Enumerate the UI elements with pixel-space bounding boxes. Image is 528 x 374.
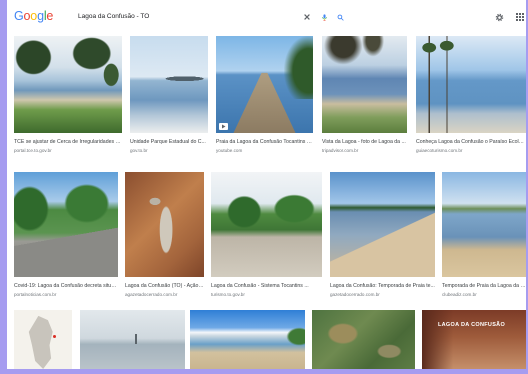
- image-result[interactable]: [80, 310, 185, 369]
- play-icon: [219, 123, 228, 130]
- result-title[interactable]: Vista da Lagoa - foto de Lagoa da ...: [322, 139, 407, 146]
- result-thumbnail[interactable]: [312, 310, 415, 369]
- result-source: gazetadocerrado.com.br: [330, 292, 380, 297]
- result-thumbnail[interactable]: [322, 36, 407, 133]
- image-result[interactable]: Praia da Lagoa da Confusão Tocantins - .…: [216, 36, 313, 154]
- image-result[interactable]: Lagoa da Confusão - Sistema Tocantins ..…: [211, 172, 322, 298]
- result-thumbnail[interactable]: [442, 172, 526, 277]
- result-title[interactable]: TCE se ajustar de Cerca de Irregularidad…: [14, 139, 122, 146]
- result-thumbnail[interactable]: [211, 172, 322, 277]
- image-result[interactable]: [312, 310, 415, 369]
- result-thumbnail[interactable]: [416, 36, 526, 133]
- result-thumbnail[interactable]: [125, 172, 204, 277]
- google-logo[interactable]: Google: [14, 9, 53, 23]
- result-thumbnail[interactable]: [330, 172, 435, 277]
- result-thumbnail[interactable]: [14, 310, 72, 369]
- result-thumbnail[interactable]: [14, 172, 118, 277]
- result-title[interactable]: Conheça Lagoa da Confusão o Paraíso Ecol…: [416, 139, 526, 146]
- image-result[interactable]: Lagoa da Confusão (TO) - Ação ... agazet…: [125, 172, 204, 298]
- image-result[interactable]: Temporada de Praia da Lagoa da Confusão …: [442, 172, 526, 298]
- logo-letter: e: [46, 9, 54, 23]
- image-result[interactable]: [14, 310, 72, 369]
- result-title[interactable]: Temporada de Praia da Lagoa da Confusão …: [442, 283, 526, 290]
- result-source: youtube.com: [216, 148, 243, 153]
- image-result[interactable]: Conheça Lagoa da Confusão o Paraíso Ecol…: [416, 36, 526, 154]
- result-thumbnail[interactable]: [216, 36, 313, 133]
- image-result[interactable]: Vista da Lagoa - foto de Lagoa da ... tr…: [322, 36, 407, 154]
- result-source: clubeadiz.com.br: [442, 292, 477, 297]
- result-source: agazetadocerrado.com.br: [125, 292, 178, 297]
- result-thumbnail[interactable]: [80, 310, 185, 369]
- result-title[interactable]: Unidade Parque Estadual do C...: [130, 139, 208, 146]
- result-title[interactable]: Lagoa da Confusão (TO) - Ação ...: [125, 283, 204, 290]
- image-result[interactable]: Unidade Parque Estadual do C... gov.to.b…: [130, 36, 208, 154]
- result-thumbnail[interactable]: [190, 310, 305, 369]
- gear-icon[interactable]: [494, 12, 504, 22]
- search-icon[interactable]: [336, 13, 344, 21]
- mic-icon[interactable]: [320, 13, 328, 21]
- apps-icon[interactable]: [515, 12, 525, 22]
- image-result[interactable]: [190, 310, 305, 369]
- logo-letter: g: [37, 9, 44, 23]
- image-result[interactable]: Covid-19: Lagoa da Confusão decreta situ…: [14, 172, 118, 298]
- image-overlay-text: LAGOA DA CONFUSÃO: [438, 322, 506, 328]
- result-source: tripadvisor.com.br: [322, 148, 359, 153]
- result-source: turismo.to.gov.br: [211, 292, 245, 297]
- result-source: gov.to.br: [130, 148, 148, 153]
- result-thumbnail[interactable]: LAGOA DA CONFUSÃO: [422, 310, 526, 369]
- result-source: portal.tce.to.gov.br: [14, 148, 52, 153]
- result-title[interactable]: Lagoa da Confusão - Sistema Tocantins ..…: [211, 283, 322, 290]
- result-source: guiaecoturismo.com.br: [416, 148, 463, 153]
- clear-icon[interactable]: [303, 13, 311, 21]
- result-thumbnail[interactable]: [130, 36, 208, 133]
- result-title[interactable]: Praia da Lagoa da Confusão Tocantins - .…: [216, 139, 313, 146]
- image-result[interactable]: TCE se ajustar de Cerca de Irregularidad…: [14, 36, 122, 154]
- image-result[interactable]: LAGOA DA CONFUSÃO: [422, 310, 526, 369]
- image-result[interactable]: Lagoa da Confusão: Temporada de Praia te…: [330, 172, 435, 298]
- search-input[interactable]: Lagoa da Confusão - TO: [78, 13, 149, 21]
- result-title[interactable]: Covid-19: Lagoa da Confusão decreta situ…: [14, 283, 118, 290]
- result-thumbnail[interactable]: [14, 36, 122, 133]
- google-images-page: Google Lagoa da Confusão - TO TCE se aju…: [7, 0, 526, 369]
- result-title[interactable]: Lagoa da Confusão: Temporada de Praia te…: [330, 283, 435, 290]
- result-source: portalnoticias.com.br: [14, 292, 57, 297]
- logo-letter: G: [14, 9, 24, 23]
